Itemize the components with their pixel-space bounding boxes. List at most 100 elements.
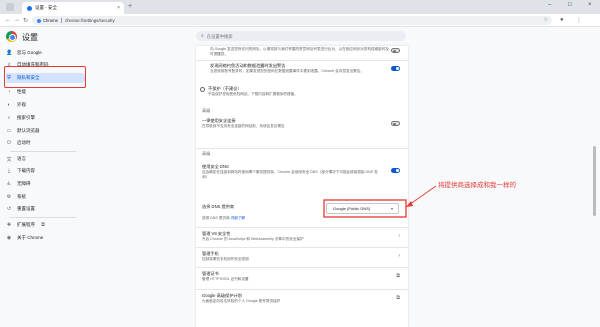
browser-titlebar: 设置 - 安全 × + – □ × [0,0,600,14]
wrench-icon: ⚙ [6,194,12,200]
row-divider [196,60,408,61]
tab-settings[interactable]: 设置 - 安全 × [22,2,124,14]
reload-icon[interactable]: ↻ [23,17,28,24]
section-label-misc: 高级 [202,151,211,156]
browser-icon: ▭ [6,128,12,134]
sidebar-item-label: 重置设置 [17,206,35,211]
tab-title: 设置 - 安全 [35,5,57,10]
sidebar-item-appearance[interactable]: ◐ 外观 [6,100,86,110]
secure-dns-row[interactable]: 使用安全 DNS 这会确定在连接到网站时使用哪个服务提供商。Chrome 会使用… [196,164,408,184]
sidebar-item-label: 搜索引擎 [17,115,35,120]
sidebar-item-system[interactable]: ⚙ 系统 [6,192,86,202]
safe-browsing-desc: 向 Google 发送您所访问的网址，以便将其与我们掌握的恶意网址列表进行比对，… [210,47,389,56]
manage-certs-row[interactable]: 管理证书 管理 HTTPS/SSL 证书和设置 ⧉ [196,271,408,285]
site-chip-label: Chrome [43,18,58,23]
secure-dns-toggle[interactable] [391,168,400,173]
dns-provider-select[interactable]: Google (Public DNS) ▾ [326,203,399,214]
search-icon: ⌕ [201,33,204,39]
chrome-chip-icon [37,18,41,23]
https-first-row[interactable]: 一律使用安全连接 在导航到不支持安全连接的网站前，系统会发出警告 [196,118,408,132]
bookmark-star-icon[interactable]: ☆ [544,17,548,23]
new-tab-icon[interactable]: + [128,3,132,10]
sidebar-item-label: 扩展程序 [17,222,35,227]
sidebar-item-default-browser[interactable]: ▭ 默认浏览器 [6,126,86,136]
chrome-icon: ◉ [6,235,12,241]
sidebar-divider [10,151,76,152]
minimize-icon[interactable]: – [548,2,551,8]
sidebar-item-downloads[interactable]: ⤓ 下载内容 [6,166,86,176]
advanced-protection-desc: 为面临定向攻击风险的个人 Google 账号提供保护 [202,299,281,303]
forward-icon[interactable]: → [14,17,20,23]
dns-provider-value: Google (Public DNS) [333,206,371,211]
password-leak-desc: 当您使用账号登录时，如果发现您的密码在数据泄露事件中遭到泄露，Chrome 会向… [210,69,364,73]
https-first-toggle[interactable] [391,121,400,126]
sidebar-item-label: 语言 [17,156,26,161]
sidebar-item-label: 系统 [17,194,26,199]
safe-browsing-desc-row: 向 Google 发送您所访问的网址，以便将其与我们掌握的恶意网址列表进行比对，… [196,46,408,58]
close-window-icon[interactable]: × [588,2,592,8]
search-input[interactable] [206,33,387,39]
advanced-protection-row[interactable]: Google 高级保护计划 为面临定向攻击风险的个人 Google 账号提供保护… [196,293,408,307]
person-icon: 👤 [6,50,13,56]
manage-phones-row[interactable]: 管理手机 控制将哪些手机用作安全密钥 › [196,251,408,265]
chevron-right-icon: › [398,233,400,239]
manage-certs-desc: 管理 HTTPS/SSL 证书和设置 [202,277,249,281]
settings-search[interactable]: ⌕ [196,31,406,41]
scrollbar-thumb[interactable] [593,146,596,216]
no-protection-radio[interactable] [200,87,205,92]
profile-avatar-icon[interactable]: ● [560,17,564,23]
site-chip[interactable]: Chrome [37,18,58,23]
tab-close-icon[interactable]: × [117,5,120,11]
annotation-text: 将提供商选择成和我一样的 [438,182,516,189]
external-link-icon: ⧉ [41,222,45,228]
sidebar-item-label: 无障碍 [17,181,31,186]
password-leak-toggle[interactable] [391,66,400,71]
dns-link-row: 选择 DNS 提供商 详细了解 [196,216,408,222]
https-first-desc: 在导航到不支持安全连接的网站前，系统会发出警告 [202,124,285,128]
section-label-advanced: 高级 [202,108,211,113]
settings-header: 设置 ⌕ [0,27,600,46]
manage-v8-row[interactable]: 管理 V8 安全性 开启 Chrome 的 JavaScript 和 WebAs… [196,231,408,245]
page-title: 设置 [22,33,38,42]
address-bar[interactable]: Chrome chrome://settings/security ☆ [32,16,552,25]
row-divider [196,227,408,228]
no-protection-desc: 不会保护您免受危险网站、下载内容和扩展程序的侵害。 [208,92,298,96]
sidebar-item-label: 默认浏览器 [17,128,40,133]
sidebar-item-label: 外观 [17,102,26,107]
no-protection-row[interactable]: 不保护（不建议） 不会保护您免受危险网站、下载内容和扩展程序的侵害。 [196,86,408,100]
sidebar-item-you-and-google[interactable]: 👤 您与 Google [6,48,86,58]
sidebar-item-label: 性能 [17,89,26,94]
sidebar-item-search-engine[interactable]: ⌕ 搜索引擎 [6,113,86,123]
back-icon[interactable]: ← [5,17,11,23]
learn-more-link[interactable]: 详细了解 [231,216,245,220]
palette-icon: ◐ [7,102,11,108]
sidebar-item-accessibility[interactable]: ♿ 无障碍 [6,179,86,189]
dns-provider-hint: 选择 DNS 提供商 [202,216,230,220]
secure-dns-desc: 这会确定在连接到网站时使用哪个服务提供商。Chrome 会使用安全 DNS（部分… [202,170,378,179]
sidebar-highlight-annotation [4,66,86,88]
url-text[interactable]: chrome://settings/security [65,18,115,23]
omnibox-divider [60,18,62,23]
send-urls-toggle[interactable] [391,48,400,53]
sidebar-item-languages[interactable]: 文 语言 [6,154,86,164]
sidebar-item-extensions[interactable]: ✚ 扩展程序 ⧉ [6,220,86,230]
password-leak-row: 发现网络钓鱼活动和数据泄露时发出警告 当您使用账号登录时，如果发现您的密码在数据… [196,63,408,83]
sidebar-divider [10,217,76,218]
external-link-icon: ⧉ [396,295,400,301]
extensions-icon[interactable]: ⋮ [576,17,582,24]
sidebar-item-reset[interactable]: ↺ 重置设置 [6,204,86,214]
maximize-icon[interactable]: □ [568,2,572,8]
sidebar-item-performance[interactable]: ◔ 性能 [6,87,86,97]
sidebar-item-on-startup[interactable]: ⏻ 启动时 [6,138,86,148]
sidebar-item-about-chrome[interactable]: ◉ 关于 Chrome [6,233,86,243]
browser-toolbar: ← → ↻ Chrome chrome://settings/security … [0,14,600,27]
page-scrollbar[interactable] [592,46,598,327]
row-divider [196,289,408,290]
external-link-icon: ⧉ [396,273,400,279]
download-icon: ⤓ [7,168,11,174]
tab-search-icon[interactable] [6,3,14,11]
manage-phones-desc: 控制将哪些手机用作安全密钥 [202,257,249,261]
row-divider [196,247,408,248]
sidebar-item-label: 启动时 [17,140,31,145]
chevron-down-icon: ▾ [390,206,393,211]
